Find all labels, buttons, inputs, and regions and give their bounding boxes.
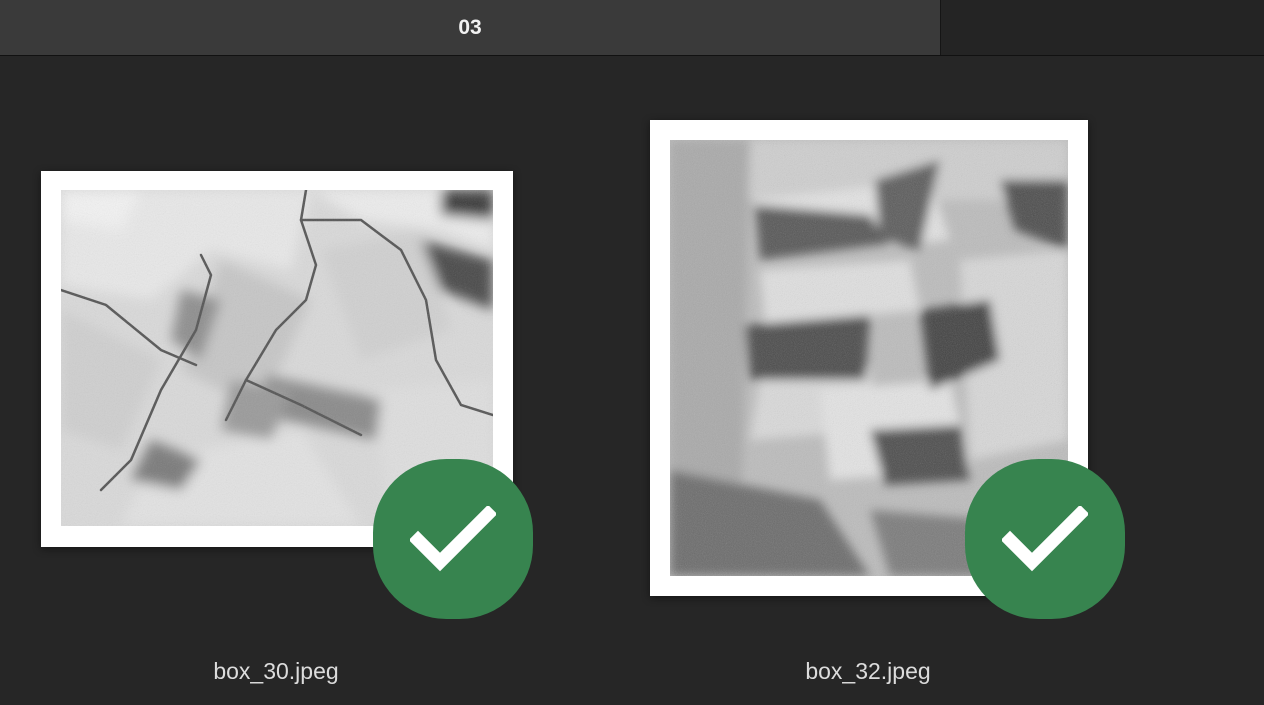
thumbnail-filename: box_30.jpeg [213, 658, 339, 684]
checkmark-icon [410, 506, 496, 572]
thumbnail-item[interactable]: box_30.jpeg [0, 56, 620, 705]
tab-label: 03 [458, 15, 482, 39]
thumbnail-filename: box_32.jpeg [805, 658, 931, 684]
tab-03[interactable]: 03 [0, 0, 941, 55]
selected-badge[interactable] [373, 459, 533, 619]
selected-badge[interactable] [965, 459, 1125, 619]
checkmark-icon [1002, 506, 1088, 572]
thumbnail-item[interactable]: box_32.jpeg [620, 56, 1264, 705]
thumbnail-grid: box_30.jpeg box_32.jpeg [0, 56, 1264, 705]
tab-bar: 03 [0, 0, 1264, 56]
tab-bar-empty-area [941, 0, 1264, 55]
